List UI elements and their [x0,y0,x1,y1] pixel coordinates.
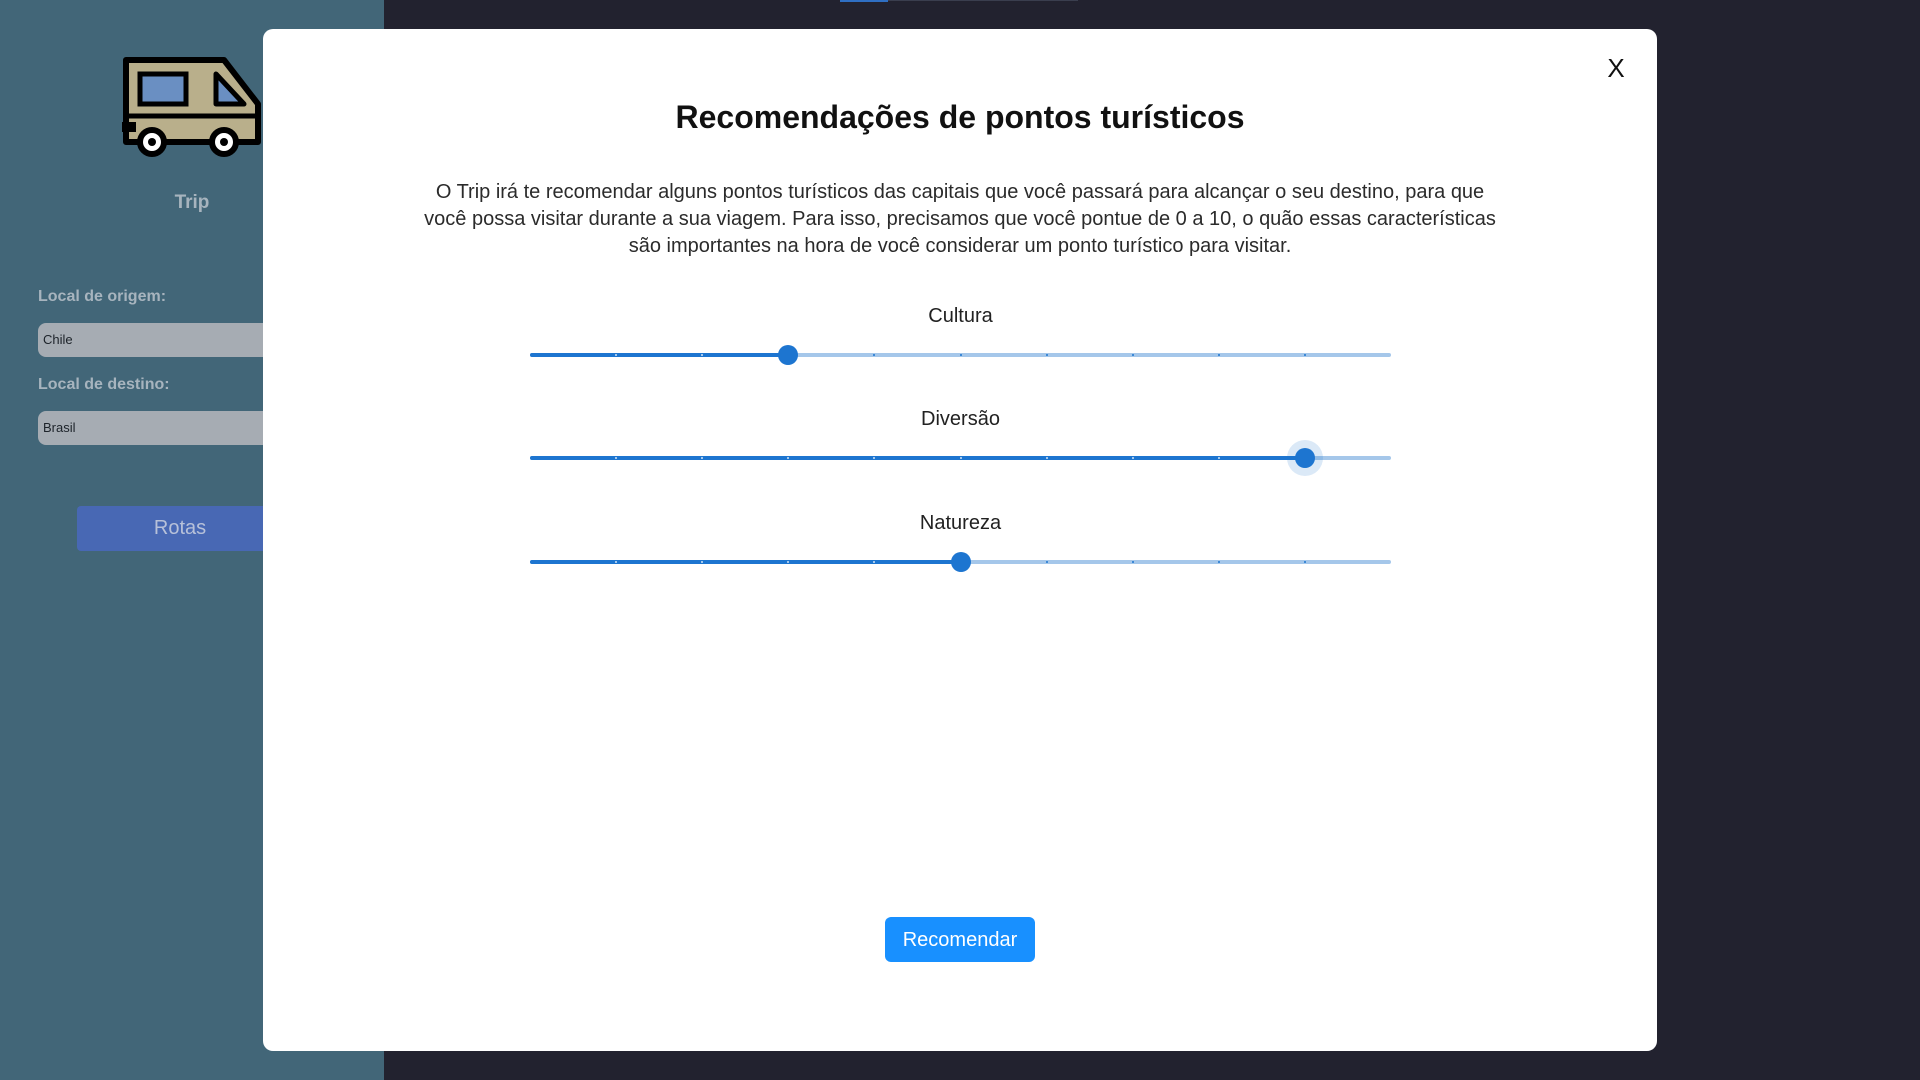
slider-fill [530,353,789,357]
slider-step-tick [1217,561,1220,563]
close-button[interactable]: X [1599,51,1633,85]
camper-van-icon [122,57,261,157]
slider-fill [530,456,1305,460]
slider-thumb[interactable] [950,552,971,572]
slider-step-tick [1045,354,1048,356]
slider-track[interactable] [530,552,1391,572]
slider-step-tick [1303,561,1306,563]
slider-step-tick [1131,561,1134,563]
routes-button[interactable]: Rotas [77,506,283,551]
slider-thumb[interactable] [1294,448,1315,468]
slider-step-tick [959,354,962,356]
slider-label: Natureza [919,512,1002,534]
modal-description: O Trip irá te recomendar alguns pontos t… [424,181,1496,257]
slider-step-tick [1045,561,1048,563]
slider-step-tick [1217,457,1220,459]
nav-divider [888,0,1078,1]
destination-label: Local de destino: [38,376,170,393]
modal-title: Recomendações de pontos turísticos [675,99,1245,135]
slider-step-tick [1045,457,1048,459]
slider-natureza: Natureza [530,512,1391,592]
slider-track[interactable] [530,448,1391,468]
recommend-button[interactable]: Recomendar [885,917,1035,962]
origin-label: Local de origem: [38,288,167,305]
slider-track[interactable] [530,345,1391,365]
slider-step-tick [1217,354,1220,356]
slider-step-tick [1131,354,1134,356]
slider-label: Cultura [928,305,993,327]
slider-cultura: Cultura [530,305,1391,385]
slider-step-tick [873,354,876,356]
slider-label: Diversão [921,408,1000,430]
nav-active-indicator [840,0,888,2]
slider-step-tick [959,457,962,459]
recommendation-modal: X Recomendações de pontos turísticos O T… [263,29,1657,1051]
slider-fill [530,560,961,564]
slider-thumb[interactable] [778,345,799,365]
slider-step-tick [1131,457,1134,459]
slider-diversao: Diversão [530,408,1391,488]
slider-step-tick [1303,354,1306,356]
